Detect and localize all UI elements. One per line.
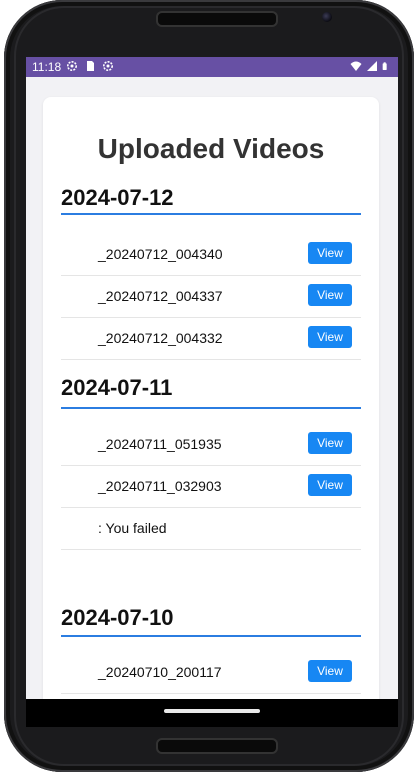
view-button[interactable]: View xyxy=(308,474,352,496)
video-name: _20240712_004340 xyxy=(98,246,223,262)
video-name: _20240711_051935 xyxy=(98,436,222,452)
earpiece-speaker xyxy=(156,11,278,27)
signal-icon xyxy=(367,61,377,71)
video-row: _20240711_032903 View xyxy=(61,466,361,508)
settings-gear-icon xyxy=(103,61,113,71)
video-row: _20240710_200117 View xyxy=(61,652,361,694)
view-button[interactable]: View xyxy=(308,242,352,264)
view-button[interactable]: View xyxy=(308,284,352,306)
settings-gear-icon xyxy=(67,61,77,71)
status-bar: 11:18 xyxy=(26,57,398,77)
sd-card-icon xyxy=(87,61,94,71)
app-screen: 11:18 Uploaded Videos 2024-07-12 _202407… xyxy=(26,57,398,699)
failed-row: : You failed xyxy=(61,508,361,550)
videos-card: Uploaded Videos 2024-07-12 _20240712_004… xyxy=(43,97,379,699)
navigation-bar xyxy=(26,699,398,727)
bottom-speaker xyxy=(156,738,278,754)
view-button[interactable]: View xyxy=(308,326,352,348)
wifi-icon xyxy=(350,61,362,71)
date-header: 2024-07-12 xyxy=(61,185,361,215)
front-camera xyxy=(322,12,332,22)
video-name: _20240710_200117 xyxy=(98,664,222,680)
video-name: _20240712_004337 xyxy=(98,288,223,304)
page-title: Uploaded Videos xyxy=(97,133,325,164)
view-button[interactable]: View xyxy=(308,660,352,682)
video-row: _20240712_004337 View xyxy=(61,276,361,318)
date-underline xyxy=(61,635,361,637)
error-message: : You failed xyxy=(98,520,167,536)
home-gesture-handle[interactable] xyxy=(164,709,260,713)
status-notification-icons xyxy=(66,60,114,72)
video-name: _20240711_032903 xyxy=(98,478,222,494)
battery-icon xyxy=(382,62,387,70)
status-time: 11:18 xyxy=(32,60,62,74)
date-underline xyxy=(61,407,361,409)
status-system-icons xyxy=(350,60,390,72)
date-header: 2024-07-10 xyxy=(61,605,174,630)
video-row: _20240712_004332 View xyxy=(61,318,361,360)
video-row: _20240711_051935 View xyxy=(61,424,361,466)
video-name: _20240712_004332 xyxy=(98,330,223,346)
view-button[interactable]: View xyxy=(308,432,352,454)
date-header: 2024-07-11 xyxy=(61,375,173,400)
video-row: _20240712_004340 View xyxy=(61,234,361,276)
